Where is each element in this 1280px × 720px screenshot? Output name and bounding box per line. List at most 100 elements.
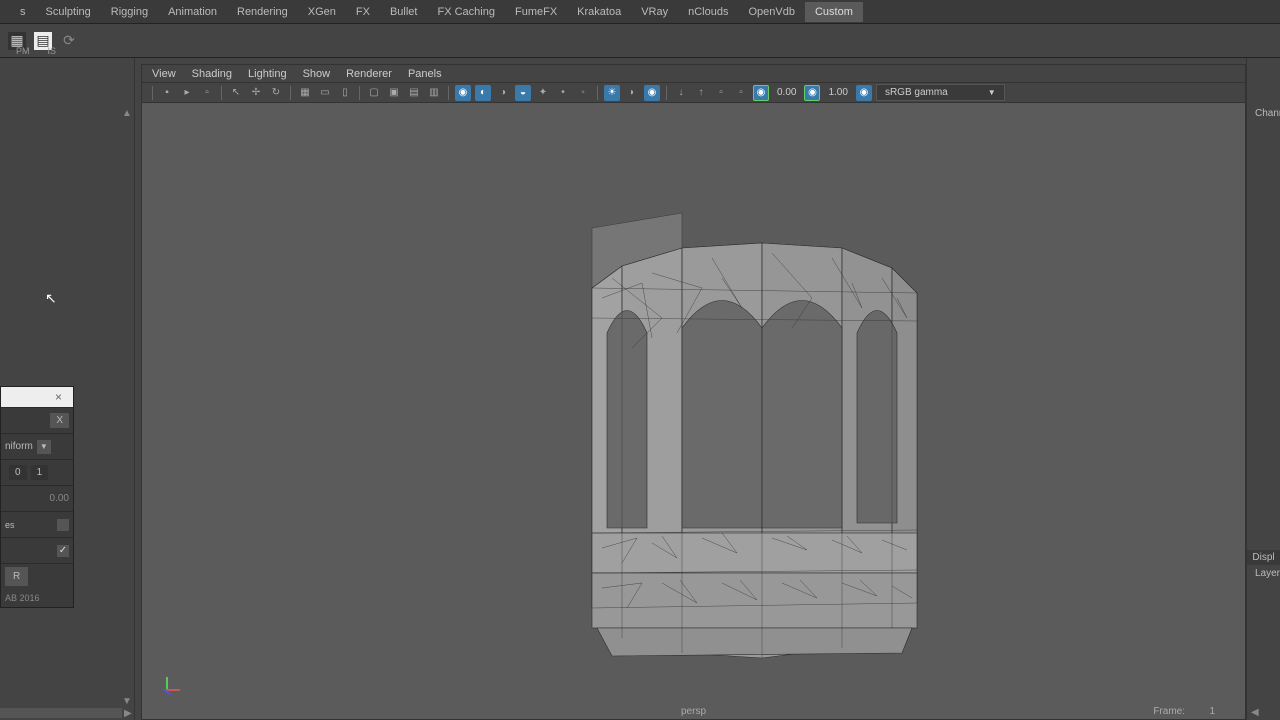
colorspace-dropdown[interactable]: sRGB gamma ▼ bbox=[876, 84, 1005, 101]
mode-dropdown[interactable]: niform ▼ bbox=[5, 440, 51, 454]
snap-icon[interactable]: ▫ bbox=[713, 85, 729, 101]
close-icon[interactable]: × bbox=[55, 390, 69, 404]
main-area: ▲ ↖ ▼ ▶ × X niform ▼ 0 1 0.00 es bbox=[0, 58, 1280, 720]
menu-view[interactable]: View bbox=[152, 68, 176, 80]
tab-vray[interactable]: VRay bbox=[631, 2, 678, 22]
gamma-icon[interactable]: ◉ bbox=[804, 85, 820, 101]
tab-openvdb[interactable]: OpenVdb bbox=[738, 2, 804, 22]
expose-up-icon[interactable]: ↑ bbox=[693, 85, 709, 101]
xray-icon[interactable]: ◐ bbox=[475, 85, 491, 101]
camera-icon[interactable]: ▪ bbox=[159, 85, 175, 101]
axis-gizmo[interactable] bbox=[158, 675, 182, 699]
resolution-gate-icon[interactable]: ▯ bbox=[337, 85, 353, 101]
shelf-sub-is: IS bbox=[48, 46, 57, 56]
menu-panels[interactable]: Panels bbox=[408, 68, 442, 80]
tab-fxcaching[interactable]: FX Caching bbox=[428, 2, 505, 22]
viewport-3d[interactable]: persp Frame: 1 bbox=[141, 102, 1246, 720]
xray-joints-icon[interactable]: ◑ bbox=[495, 85, 511, 101]
right-panel: Chann Displ Layer ◀ bbox=[1246, 58, 1280, 720]
select-icon[interactable]: ↖ bbox=[228, 85, 244, 101]
panel-row-btn: R bbox=[1, 563, 73, 589]
shelf-sublabels: PM IS bbox=[16, 46, 56, 56]
frame-value: 1 bbox=[1209, 706, 1215, 717]
ao-icon[interactable]: ◒ bbox=[515, 85, 531, 101]
image-plane-icon[interactable]: ▫ bbox=[199, 85, 215, 101]
display-tab[interactable]: Displ bbox=[1247, 550, 1280, 565]
camera-label: persp bbox=[681, 706, 706, 717]
shelf-bar: ▦ ▤ ⟳ bbox=[0, 24, 1280, 58]
viewport-container: View Shading Lighting Show Renderer Pane… bbox=[141, 64, 1246, 720]
lights-icon[interactable]: ▥ bbox=[426, 85, 442, 101]
menu-renderer[interactable]: Renderer bbox=[346, 68, 392, 80]
motion-blur-icon[interactable]: ✦ bbox=[535, 85, 551, 101]
menu-show[interactable]: Show bbox=[303, 68, 331, 80]
tab-animation[interactable]: Animation bbox=[158, 2, 227, 22]
textured-icon[interactable]: ▤ bbox=[406, 85, 422, 101]
mode-label: niform bbox=[5, 441, 33, 452]
tab-fx[interactable]: FX bbox=[346, 2, 380, 22]
tab-bullet[interactable]: Bullet bbox=[380, 2, 428, 22]
x-button[interactable]: X bbox=[50, 413, 69, 428]
scroll-left-icon[interactable]: ◀ bbox=[1251, 707, 1259, 718]
colorspace-label: sRGB gamma bbox=[885, 87, 948, 98]
tool-options-panel: × X niform ▼ 0 1 0.00 es ✓ R AB 2016 bbox=[0, 386, 74, 608]
workspace-tabs: s Sculpting Rigging Animation Rendering … bbox=[0, 0, 1280, 24]
panel-row-check1: es bbox=[1, 511, 73, 537]
horizontal-scrollbar[interactable] bbox=[0, 708, 122, 718]
shaded-icon[interactable]: ▣ bbox=[386, 85, 402, 101]
checkbox-2[interactable]: ✓ bbox=[57, 545, 69, 557]
rotate-icon[interactable]: ↻ bbox=[268, 85, 284, 101]
tab-krakatoa[interactable]: Krakatoa bbox=[567, 2, 631, 22]
bookmark-icon[interactable]: ▸ bbox=[179, 85, 195, 101]
isolate-icon[interactable]: ◉ bbox=[455, 85, 471, 101]
panel-row-x: X bbox=[1, 407, 73, 433]
checkbox-1[interactable] bbox=[57, 519, 69, 531]
exposure-value: 0.00 bbox=[773, 87, 800, 98]
channel-box-tab[interactable]: Chann bbox=[1255, 108, 1280, 119]
tab-rigging[interactable]: Rigging bbox=[101, 2, 158, 22]
grid-icon[interactable]: ▦ bbox=[297, 85, 313, 101]
tab-sculpting[interactable]: Sculpting bbox=[36, 2, 101, 22]
gamma-value: 1.00 bbox=[824, 87, 851, 98]
shelf-sub-pm: PM bbox=[16, 46, 30, 56]
tab-rendering[interactable]: Rendering bbox=[227, 2, 298, 22]
tab-partial[interactable]: s bbox=[10, 2, 36, 22]
viewport-menu-bar: View Shading Lighting Show Renderer Pane… bbox=[141, 64, 1246, 82]
film-gate-icon[interactable]: ▭ bbox=[317, 85, 333, 101]
scroll-right-icon[interactable]: ▶ bbox=[124, 708, 134, 718]
colorspace-toggle-icon[interactable]: ◉ bbox=[856, 85, 872, 101]
wireframe-icon[interactable]: ▢ bbox=[366, 85, 382, 101]
tab-custom[interactable]: Custom bbox=[805, 2, 863, 22]
shelf-icon-3[interactable]: ⟳ bbox=[60, 32, 78, 50]
tab-xgen[interactable]: XGen bbox=[298, 2, 346, 22]
num-field-a[interactable]: 0 bbox=[9, 465, 27, 480]
snap2-icon[interactable]: ▫ bbox=[733, 85, 749, 101]
chevron-down-icon: ▼ bbox=[988, 88, 996, 97]
aa-icon[interactable]: • bbox=[555, 85, 571, 101]
scroll-up-icon[interactable]: ▲ bbox=[122, 108, 132, 118]
viewport-toolbar: ▪ ▸ ▫ ↖ ✢ ↻ ▦ ▭ ▯ ▢ ▣ ▤ ▥ ◉ ◐ ◑ ◒ ✦ • ◦ … bbox=[141, 82, 1246, 102]
panel-footer: AB 2016 bbox=[1, 589, 73, 607]
panel-row-nums: 0 1 bbox=[1, 459, 73, 485]
scroll-down-icon[interactable]: ▼ bbox=[122, 696, 132, 706]
panel-row-zero: 0.00 bbox=[1, 485, 73, 511]
panel-titlebar[interactable]: × bbox=[1, 387, 73, 407]
layers-tab[interactable]: Layer bbox=[1255, 568, 1280, 579]
move-icon[interactable]: ✢ bbox=[248, 85, 264, 101]
light-icon[interactable]: ☀ bbox=[604, 85, 620, 101]
dof-icon[interactable]: ◦ bbox=[575, 85, 591, 101]
panel-row-mode: niform ▼ bbox=[1, 433, 73, 459]
num-field-b[interactable]: 1 bbox=[31, 465, 49, 480]
chevron-down-icon: ▼ bbox=[37, 440, 51, 454]
value-zero: 0.00 bbox=[50, 493, 69, 504]
action-button[interactable]: R bbox=[5, 567, 28, 586]
tab-nclouds[interactable]: nClouds bbox=[678, 2, 738, 22]
hq-icon[interactable]: ◉ bbox=[644, 85, 660, 101]
menu-shading[interactable]: Shading bbox=[192, 68, 232, 80]
cursor-icon: ↖ bbox=[45, 290, 57, 307]
shadow-icon[interactable]: ◗ bbox=[624, 85, 640, 101]
tab-fumefx[interactable]: FumeFX bbox=[505, 2, 567, 22]
menu-lighting[interactable]: Lighting bbox=[248, 68, 287, 80]
exposure-icon[interactable]: ◉ bbox=[753, 85, 769, 101]
expose-down-icon[interactable]: ↓ bbox=[673, 85, 689, 101]
